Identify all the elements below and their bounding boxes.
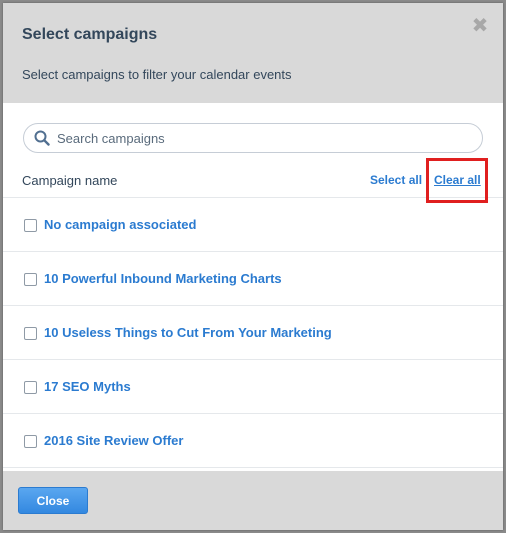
campaign-checkbox[interactable] bbox=[24, 219, 37, 232]
modal-footer: Close bbox=[3, 471, 503, 530]
close-button[interactable]: Close bbox=[18, 487, 88, 514]
campaign-label[interactable]: No campaign associated bbox=[44, 217, 196, 232]
search-input[interactable] bbox=[57, 128, 467, 148]
campaign-row[interactable]: 10 Powerful Inbound Marketing Charts bbox=[3, 252, 503, 306]
modal-header: Select campaigns Select campaigns to fil… bbox=[3, 3, 503, 103]
campaign-row[interactable]: No campaign associated bbox=[3, 198, 503, 252]
campaign-label[interactable]: 10 Powerful Inbound Marketing Charts bbox=[44, 271, 282, 286]
search-field bbox=[23, 123, 483, 153]
close-icon[interactable]: ✖ bbox=[469, 15, 491, 37]
select-all-link[interactable]: Select all bbox=[370, 173, 422, 187]
campaign-checkbox[interactable] bbox=[24, 273, 37, 286]
campaign-label[interactable]: 17 SEO Myths bbox=[44, 379, 131, 394]
campaign-label[interactable]: 2016 Site Review Offer bbox=[44, 433, 183, 448]
campaign-row[interactable]: 17 SEO Myths bbox=[3, 360, 503, 414]
campaign-row[interactable]: 2016 Site Review Offer bbox=[3, 414, 503, 468]
modal-subtitle: Select campaigns to filter your calendar… bbox=[22, 67, 292, 82]
select-campaigns-modal: Select campaigns Select campaigns to fil… bbox=[3, 3, 503, 530]
campaign-name-column-header: Campaign name bbox=[22, 173, 118, 188]
campaign-checkbox[interactable] bbox=[24, 435, 37, 448]
search-icon bbox=[34, 130, 50, 146]
clear-all-highlight bbox=[426, 158, 488, 203]
modal-title: Select campaigns bbox=[22, 26, 158, 43]
campaign-list: No campaign associated 10 Powerful Inbou… bbox=[3, 198, 503, 468]
campaign-row[interactable]: 10 Useless Things to Cut From Your Marke… bbox=[3, 306, 503, 360]
campaign-checkbox[interactable] bbox=[24, 327, 37, 340]
campaign-checkbox[interactable] bbox=[24, 381, 37, 394]
campaign-label[interactable]: 10 Useless Things to Cut From Your Marke… bbox=[44, 325, 332, 340]
